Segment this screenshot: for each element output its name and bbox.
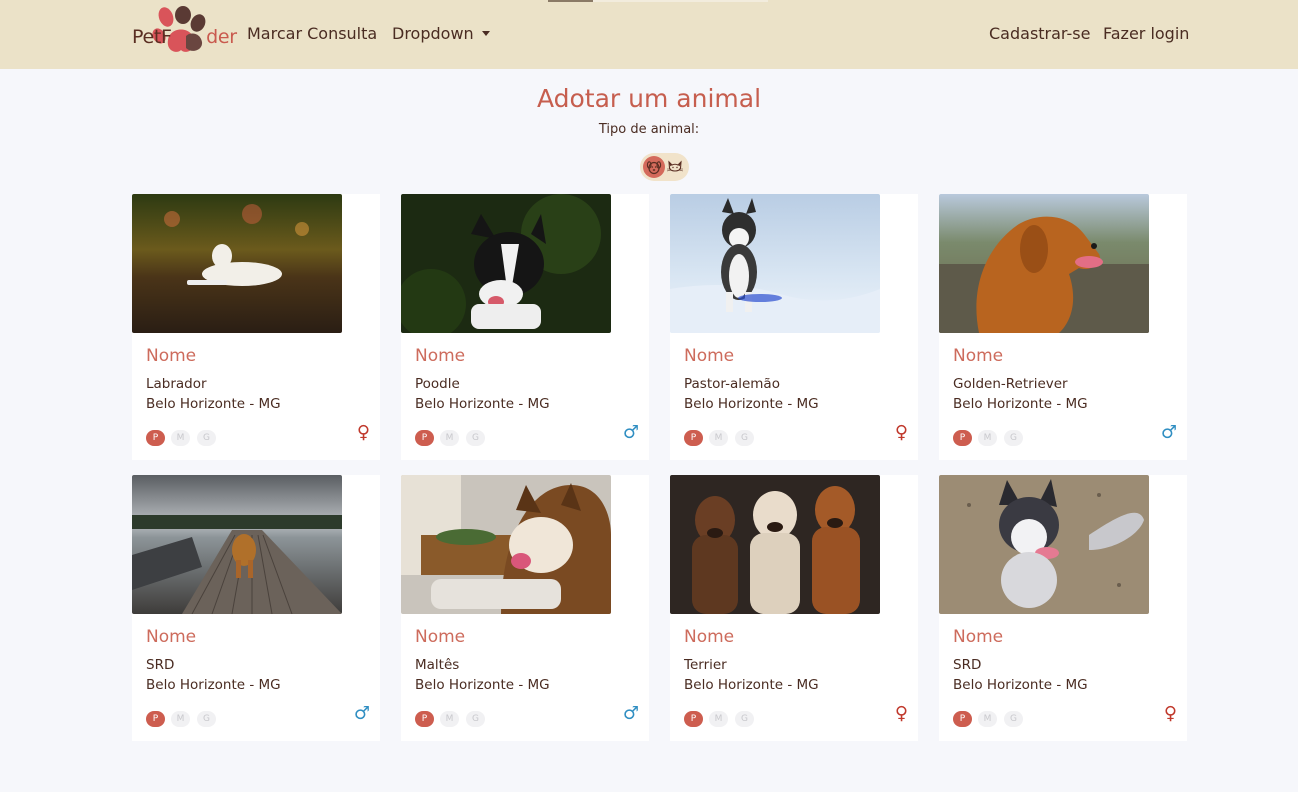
size-badge-p: P [953, 711, 972, 727]
pet-city: Belo Horizonte - MG [684, 396, 819, 412]
size-badge-p: P [415, 430, 434, 446]
pet-name: Nome [684, 346, 735, 366]
male-icon: ♂ [622, 422, 639, 443]
pet-card[interactable]: Nome Labrador Belo Horizonte - MG P M G … [132, 194, 380, 460]
cat-type-button[interactable] [664, 156, 686, 178]
size-badge-m: M [709, 430, 728, 446]
female-icon: ♀ [894, 703, 908, 724]
dog-type-button[interactable] [643, 156, 665, 178]
pet-breed: Pastor-alemão [684, 376, 780, 392]
pet-name: Nome [415, 627, 466, 647]
male-icon: ♂ [353, 703, 370, 724]
pet-breed: Terrier [684, 657, 727, 673]
pet-breed: Golden-Retriever [953, 376, 1068, 392]
pet-city: Belo Horizonte - MG [953, 677, 1088, 693]
size-badge-m: M [171, 430, 190, 446]
pet-breed: SRD [146, 657, 175, 673]
pet-photo [132, 194, 342, 333]
pet-city: Belo Horizonte - MG [953, 396, 1088, 412]
size-badge-m: M [440, 430, 459, 446]
pet-card[interactable]: Nome SRD Belo Horizonte - MG P M G ♂ [132, 475, 380, 741]
brand-logo[interactable]: PetF der [130, 6, 237, 58]
size-badge-m: M [171, 711, 190, 727]
size-badge-p: P [146, 430, 165, 446]
loading-bar [548, 0, 593, 2]
pet-card[interactable]: Nome Maltês Belo Horizonte - MG P M G ♂ [401, 475, 649, 741]
animal-type-toggle [640, 153, 689, 181]
pet-card[interactable]: Nome SRD Belo Horizonte - MG P M G ♀ [939, 475, 1187, 741]
brand-name-right: der [206, 26, 237, 48]
pet-photo [670, 475, 880, 614]
pet-name: Nome [953, 627, 1004, 647]
nav-link-marcar-consulta[interactable]: Marcar Consulta [247, 24, 377, 43]
pet-photo [939, 194, 1149, 333]
male-icon: ♂ [622, 703, 639, 724]
brand-name-left: PetF [132, 26, 172, 48]
pet-name: Nome [684, 627, 735, 647]
pet-photo [670, 194, 880, 333]
nav-dropdown[interactable]: Dropdown [392, 24, 490, 43]
size-badge-p: P [684, 430, 703, 446]
size-badge-g: G [735, 711, 754, 727]
size-badge-p: P [953, 430, 972, 446]
pet-card[interactable]: Nome Pastor-alemão Belo Horizonte - MG P… [670, 194, 918, 460]
navbar: PetF der Marcar Consulta Dropdown Cadast… [0, 0, 1298, 69]
pet-name: Nome [146, 627, 197, 647]
animal-type-label: Tipo de animal: [598, 122, 700, 137]
pet-city: Belo Horizonte - MG [684, 677, 819, 693]
pet-photo [401, 194, 611, 333]
pet-photo [132, 475, 342, 614]
nav-link-cadastrar[interactable]: Cadastrar-se [989, 24, 1090, 43]
pet-breed: Poodle [415, 376, 460, 392]
pet-city: Belo Horizonte - MG [415, 677, 550, 693]
size-badge-g: G [466, 430, 485, 446]
brand-name: PetF der [132, 26, 237, 48]
female-icon: ♀ [1163, 703, 1177, 724]
pet-breed: Maltês [415, 657, 460, 673]
pet-city: Belo Horizonte - MG [415, 396, 550, 412]
size-badge-g: G [1004, 430, 1023, 446]
size-badge-m: M [709, 711, 728, 727]
pet-card[interactable]: Nome Terrier Belo Horizonte - MG P M G ♀ [670, 475, 918, 741]
female-icon: ♀ [894, 422, 908, 443]
size-badge-m: M [978, 711, 997, 727]
pet-name: Nome [953, 346, 1004, 366]
pet-name: Nome [415, 346, 466, 366]
nav-dropdown-label: Dropdown [392, 24, 474, 43]
pet-photo [939, 475, 1149, 614]
caret-down-icon [481, 31, 490, 36]
pet-city: Belo Horizonte - MG [146, 396, 281, 412]
pet-card[interactable]: Nome Poodle Belo Horizonte - MG P M G ♂ [401, 194, 649, 460]
size-badge-g: G [197, 430, 216, 446]
page-title: Adotar um animal [536, 84, 762, 113]
pet-name: Nome [146, 346, 197, 366]
size-badge-p: P [146, 711, 165, 727]
size-badge-m: M [978, 430, 997, 446]
pet-breed: Labrador [146, 376, 207, 392]
size-badge-g: G [735, 430, 754, 446]
size-badge-g: G [197, 711, 216, 727]
size-badge-p: P [684, 711, 703, 727]
pet-card[interactable]: Nome Golden-Retriever Belo Horizonte - M… [939, 194, 1187, 460]
pet-photo [401, 475, 611, 614]
loading-bar-track [593, 0, 768, 2]
female-icon: ♀ [356, 422, 370, 443]
dog-icon [646, 161, 662, 175]
male-icon: ♂ [1160, 422, 1177, 443]
size-badge-m: M [440, 711, 459, 727]
pet-city: Belo Horizonte - MG [146, 677, 281, 693]
cat-icon [666, 160, 684, 172]
pet-breed: SRD [953, 657, 982, 673]
nav-link-login[interactable]: Fazer login [1103, 24, 1189, 43]
size-badge-g: G [1004, 711, 1023, 727]
size-badge-p: P [415, 711, 434, 727]
size-badge-g: G [466, 711, 485, 727]
